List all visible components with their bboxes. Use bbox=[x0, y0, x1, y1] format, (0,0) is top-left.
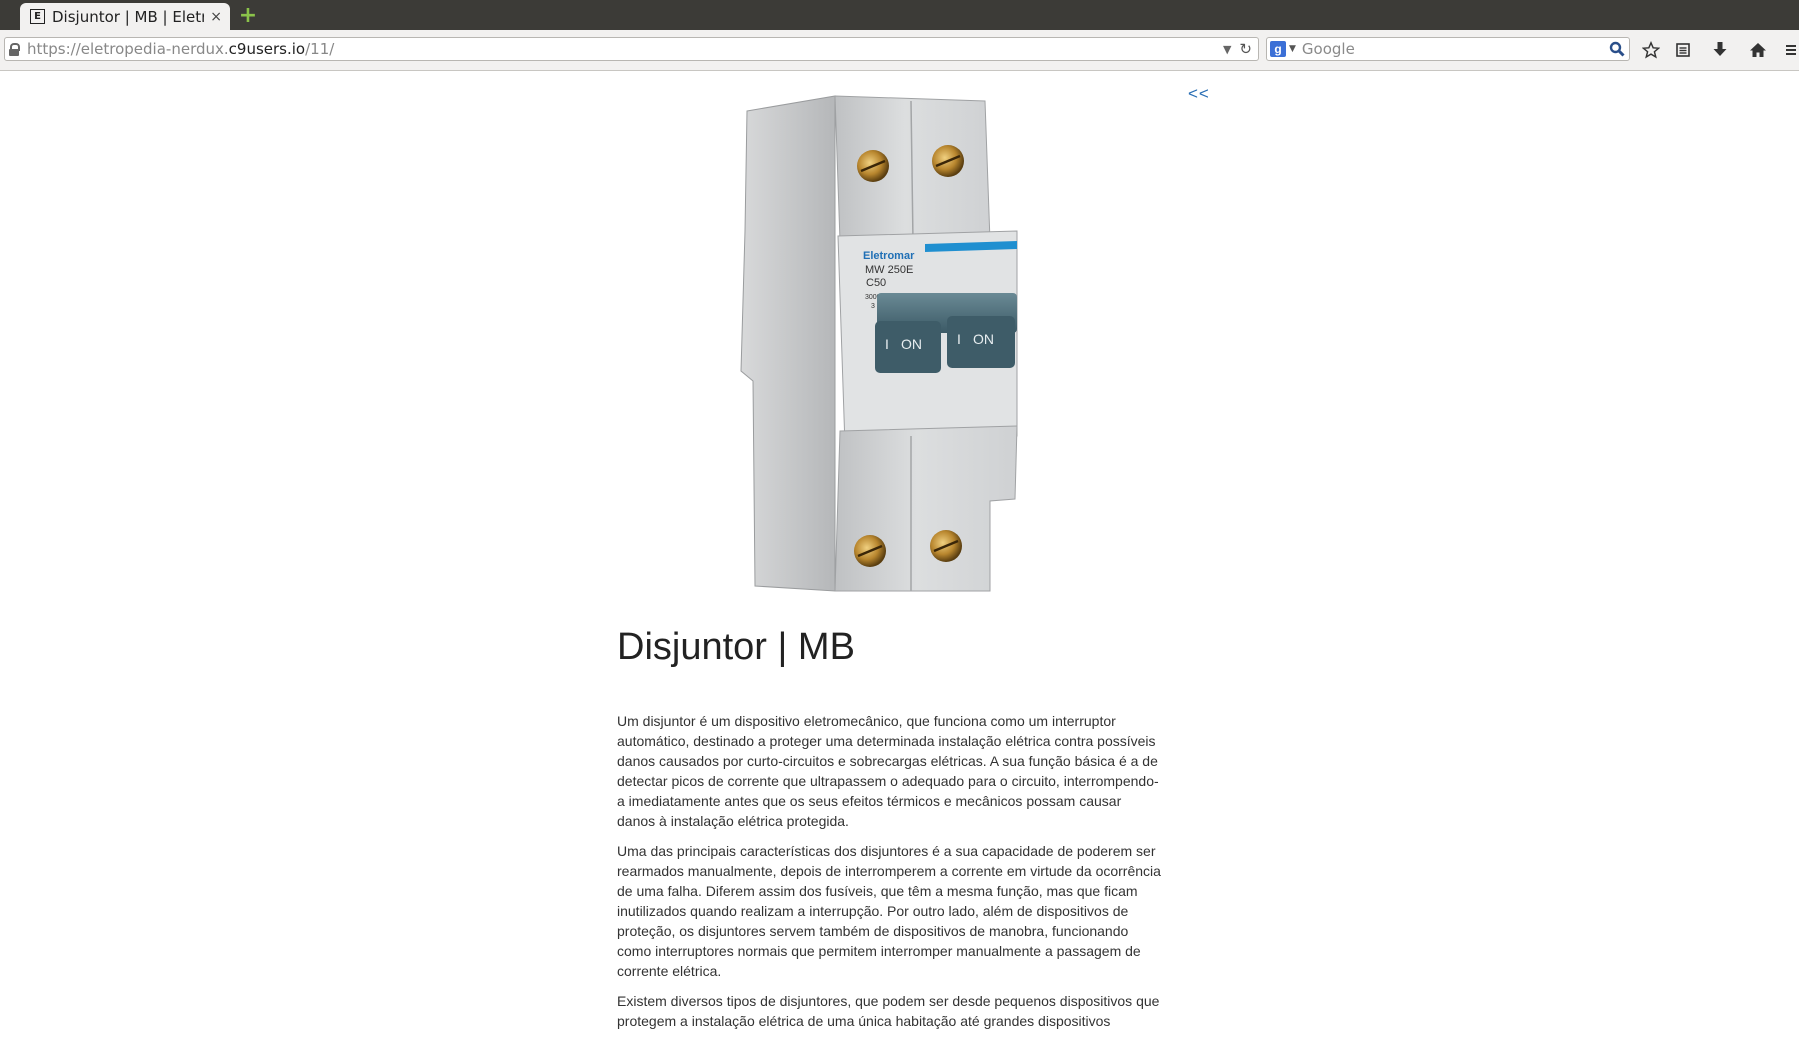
search-input[interactable] bbox=[1301, 40, 1607, 58]
url-history-dropdown-icon[interactable]: ▼ bbox=[1223, 43, 1231, 56]
tab-title: Disjuntor | MB | Eletr… bbox=[52, 7, 205, 26]
page-title: Disjuntor | MB bbox=[617, 626, 855, 668]
new-tab-button[interactable]: + bbox=[237, 5, 259, 27]
site-favicon-icon: E bbox=[30, 9, 45, 24]
reload-icon[interactable]: ↻ bbox=[1239, 40, 1252, 58]
switch-i-right: I bbox=[957, 331, 961, 347]
rating-label: C50 bbox=[866, 277, 886, 289]
model-label: MW 250E bbox=[865, 264, 913, 276]
paragraph-1: Um disjuntor é um dispositivo eletromecâ… bbox=[617, 713, 1159, 829]
search-magnifier-icon[interactable] bbox=[1607, 39, 1627, 59]
switch-on-left: ON bbox=[901, 336, 922, 352]
reading-list-icon[interactable] bbox=[1670, 37, 1696, 63]
circuit-breaker-image: Eletromar MW 250E C50 3000 3 I ON I ON bbox=[735, 81, 1065, 601]
url-text[interactable]: https://eletropedia-nerdux.c9users.io/11… bbox=[27, 40, 1223, 58]
tab-close-button[interactable]: × bbox=[210, 9, 222, 25]
search-engine-dropdown-icon[interactable]: ▼ bbox=[1289, 44, 1296, 54]
star-icon[interactable] bbox=[1638, 37, 1664, 63]
page-content: << Eletromar MW 250E C50 3000 3 I ON I O… bbox=[0, 71, 1799, 1029]
back-link[interactable]: << bbox=[1188, 84, 1210, 104]
brand-label: Eletromar bbox=[863, 250, 915, 262]
switch-i-left: I bbox=[885, 336, 889, 352]
tab-strip: E Disjuntor | MB | Eletr… × + bbox=[0, 0, 1799, 30]
download-icon[interactable] bbox=[1707, 37, 1733, 63]
address-bar[interactable]: https://eletropedia-nerdux.c9users.io/11… bbox=[4, 37, 1259, 61]
navigation-toolbar: https://eletropedia-nerdux.c9users.io/11… bbox=[0, 30, 1799, 71]
switch-on-right: ON bbox=[973, 331, 994, 347]
home-icon[interactable] bbox=[1745, 37, 1771, 63]
class-label: 3 bbox=[871, 303, 875, 310]
article-body: Um disjuntor é um dispositivo eletromecâ… bbox=[617, 711, 1162, 1041]
lock-icon bbox=[9, 42, 20, 56]
google-engine-icon[interactable]: g bbox=[1270, 41, 1286, 57]
search-bar[interactable]: g ▼ bbox=[1266, 37, 1630, 61]
paragraph-3: Existem diversos tipos de disjuntores, q… bbox=[617, 993, 1160, 1029]
menu-icon[interactable] bbox=[1783, 37, 1797, 63]
paragraph-2: Uma das principais características dos d… bbox=[617, 843, 1161, 979]
browser-tab-active[interactable]: E Disjuntor | MB | Eletr… × bbox=[20, 3, 230, 30]
